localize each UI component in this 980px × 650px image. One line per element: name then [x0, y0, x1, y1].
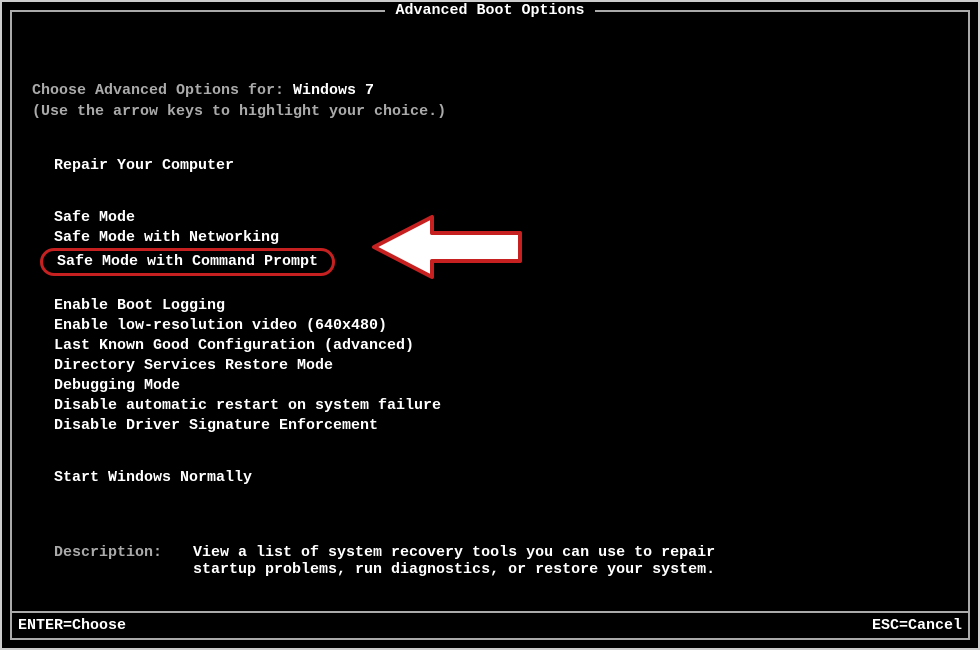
option-lkgc[interactable]: Last Known Good Configuration (advanced)	[54, 336, 948, 356]
option-low-res[interactable]: Enable low-resolution video (640x480)	[54, 316, 948, 336]
option-dsrm[interactable]: Directory Services Restore Mode	[54, 356, 948, 376]
prompt-prefix: Choose Advanced Options for:	[32, 82, 293, 99]
footer-esc-hint: ESC=Cancel	[872, 617, 962, 634]
footer-bar: ENTER=Choose ESC=Cancel	[10, 611, 970, 640]
option-safe-mode-cmd-highlighted[interactable]: Safe Mode with Command Prompt	[40, 248, 335, 276]
description-label: Description:	[54, 544, 184, 561]
option-no-auto-restart[interactable]: Disable automatic restart on system fail…	[54, 396, 948, 416]
option-debug[interactable]: Debugging Mode	[54, 376, 948, 396]
option-repair[interactable]: Repair Your Computer	[54, 156, 948, 176]
description-text: View a list of system recovery tools you…	[193, 544, 753, 578]
prompt-hint: (Use the arrow keys to highlight your ch…	[32, 103, 948, 120]
option-no-driver-sig[interactable]: Disable Driver Signature Enforcement	[54, 416, 948, 436]
option-boot-logging[interactable]: Enable Boot Logging	[54, 296, 948, 316]
page-title: Advanced Boot Options	[385, 2, 594, 19]
option-safe-mode-networking[interactable]: Safe Mode with Networking	[54, 228, 948, 248]
option-safe-mode[interactable]: Safe Mode	[54, 208, 948, 228]
prompt-os: Windows 7	[293, 82, 374, 99]
option-start-normally[interactable]: Start Windows Normally	[54, 468, 948, 488]
footer-enter-hint: ENTER=Choose	[18, 617, 126, 634]
